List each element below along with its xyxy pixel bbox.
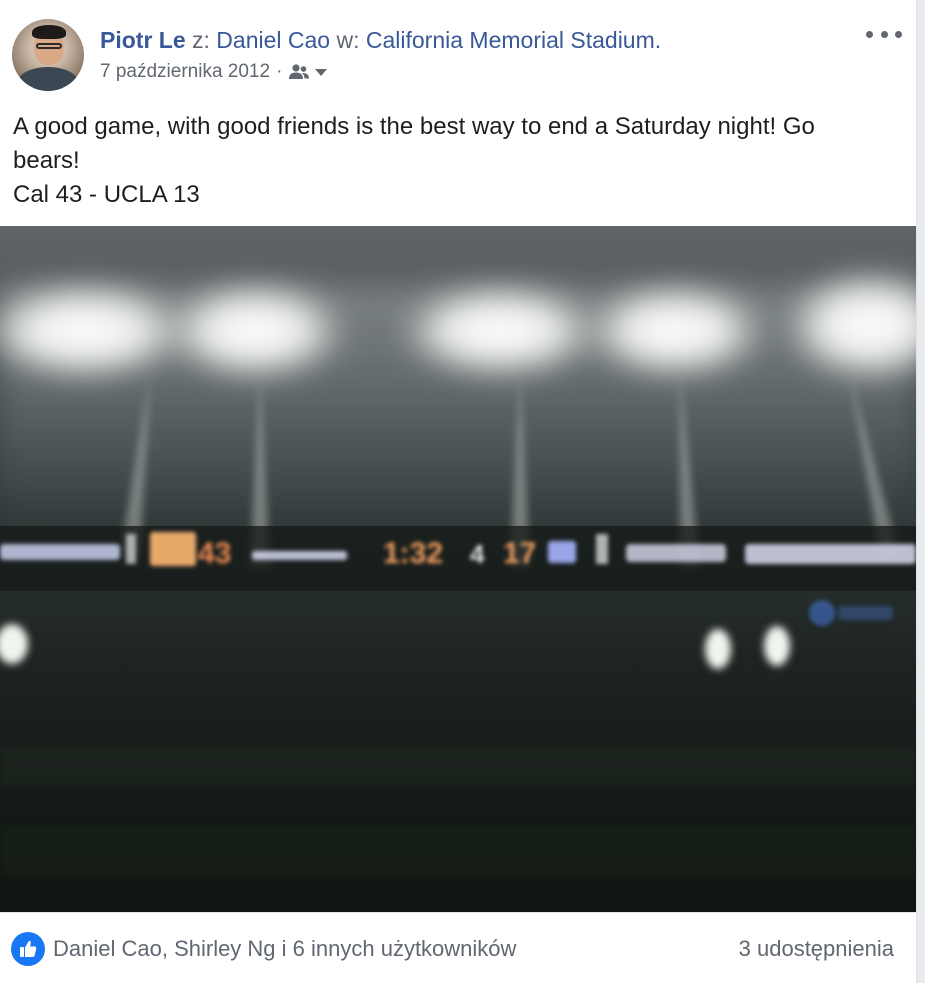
- ellipsis-icon[interactable]: [866, 24, 902, 44]
- ellipsis-dot: [895, 30, 902, 38]
- tagged-friend-link[interactable]: Daniel Cao: [216, 27, 330, 53]
- post-card: Piotr Le z: Daniel Cao w: California Mem…: [0, 0, 917, 983]
- avatar-hair: [32, 25, 66, 39]
- thumbs-up-icon: [20, 940, 37, 957]
- like-icon[interactable]: [11, 932, 45, 966]
- post-header: Piotr Le z: Daniel Cao w: California Mem…: [100, 26, 661, 54]
- post-text-line: A good game, with good friends is the be…: [13, 113, 815, 140]
- blue-sign: [838, 606, 893, 620]
- post-photo[interactable]: 43 1:32 4 17: [0, 226, 916, 912]
- author-name-link[interactable]: Piotr Le: [100, 27, 186, 53]
- game-clock: 1:32: [383, 537, 443, 570]
- field-light: [0, 624, 28, 664]
- author-avatar[interactable]: [12, 19, 84, 91]
- avatar-shirt: [18, 67, 78, 91]
- friends-icon: [289, 64, 310, 79]
- post-text-line: Cal 43 - UCLA 13: [13, 181, 200, 208]
- scoreboard-sponsor-mid: [626, 544, 726, 562]
- cal-logo-block: [150, 532, 196, 566]
- post-footer: Daniel Cao, Shirley Ng i 6 innych użytko…: [0, 912, 916, 984]
- reactions-summary[interactable]: Daniel Cao, Shirley Ng i 6 innych użytko…: [53, 935, 516, 963]
- field-light: [764, 626, 790, 666]
- scoreboard-post: [596, 534, 608, 564]
- location-link[interactable]: California Memorial Stadium.: [366, 27, 661, 53]
- avatar-glasses: [36, 43, 62, 49]
- post-text-line: bears!: [13, 147, 80, 174]
- blue-sign-glow: [809, 600, 835, 626]
- audience-selector[interactable]: [286, 63, 328, 81]
- field-light: [705, 629, 731, 669]
- down-marker: 17: [503, 537, 536, 570]
- at-word: w:: [336, 27, 360, 53]
- floodlight: [395, 281, 605, 381]
- post-message: A good game, with good friends is the be…: [13, 110, 893, 212]
- post-date-link[interactable]: 7 października 2012: [100, 60, 270, 84]
- ucla-logo-block: [548, 541, 576, 563]
- shares-count[interactable]: 3 udostępnienia: [739, 935, 894, 963]
- floodlight: [160, 279, 350, 383]
- scoreboard-sponsor-right: [745, 544, 916, 564]
- page-background-strip: [917, 0, 925, 983]
- field-lights: [0, 624, 790, 669]
- stadium-photo-graphic: 43 1:32 4 17: [0, 268, 916, 876]
- floodlight: [580, 281, 770, 381]
- home-score: 43: [198, 537, 231, 570]
- chevron-down-icon: [315, 69, 328, 76]
- ellipsis-dot: [880, 30, 888, 38]
- crowd-texture: [0, 746, 916, 876]
- quarter-marker: 4: [470, 539, 485, 569]
- ellipsis-dot: [866, 30, 873, 38]
- post-meta: 7 października 2012 ·: [100, 60, 328, 84]
- scoreboard-post: [126, 534, 136, 564]
- with-word: z:: [192, 27, 210, 53]
- scoreboard-sponsor-left: [0, 544, 120, 560]
- meta-separator: ·: [276, 61, 283, 82]
- scoreboard-dash: [252, 551, 347, 560]
